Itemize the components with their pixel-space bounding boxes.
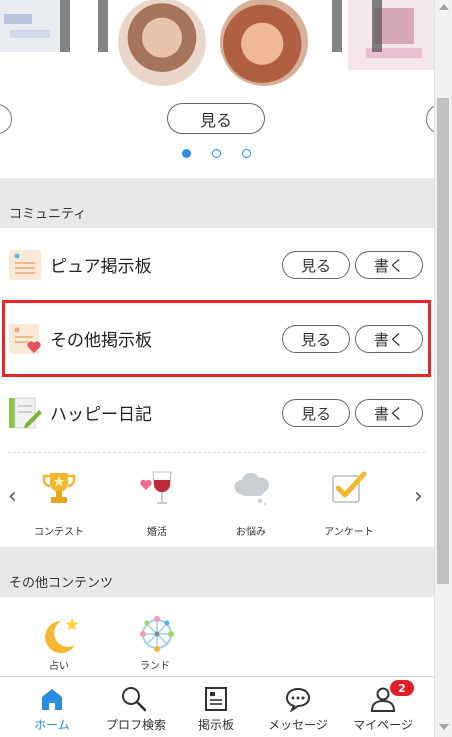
nav-label: 掲示板 [197, 718, 234, 732]
other-contents: 占い ランド [0, 597, 434, 677]
row-label: ハッピー日記 [50, 405, 152, 425]
board-icon [205, 687, 227, 711]
chat-icon [285, 687, 311, 712]
row-label: ピュア掲示板 [50, 257, 152, 277]
quick-menu-item-konkatsu[interactable]: 婚活 [112, 466, 202, 538]
quick-menu-item-contest[interactable]: コンテスト [14, 466, 104, 538]
quick-menu-label: お悩み [236, 527, 266, 538]
nav-item-profile-search[interactable]: プロフ検索 [94, 677, 178, 737]
profile-carousel: 見る [0, 0, 434, 178]
quick-menu-label: コンテスト [34, 527, 84, 538]
memo-pad-icon [9, 250, 41, 280]
moon-star-icon [45, 618, 79, 653]
worry-cloud-icon [234, 472, 269, 506]
avatar[interactable] [220, 0, 308, 86]
write-button[interactable]: 書く [355, 251, 423, 279]
other-item-land[interactable]: ランド [120, 615, 190, 675]
ferris-wheel-icon [140, 616, 174, 652]
nav-item-board[interactable]: 掲示板 [186, 677, 246, 737]
quick-menu-label: 婚活 [147, 527, 167, 538]
main-content: 見る コミュニティ ピュア掲示板 見る 書く その他掲示板 見る 書く ハッピー… [0, 0, 434, 737]
scrollbar-thumb[interactable] [437, 98, 449, 584]
quick-menu: ‹ › コンテスト 婚活 お悩み アンケート [0, 452, 434, 547]
carousel-divider [332, 0, 342, 52]
quick-menu-item-worries[interactable]: お悩み [206, 466, 296, 538]
carousel-dot-active[interactable] [182, 149, 191, 158]
diary-pencil-icon [9, 397, 42, 429]
other-item-label: 占い [49, 661, 69, 672]
see-button[interactable]: 見る [167, 103, 265, 134]
divider [8, 452, 426, 453]
nav-label: プロフ検索 [105, 718, 166, 732]
app-screen: 見る コミュニティ ピュア掲示板 見る 書く その他掲示板 見る 書く ハッピー… [0, 0, 452, 737]
scrollbar[interactable] [434, 0, 452, 737]
carousel-next-button[interactable] [426, 104, 434, 134]
other-item-label: ランド [140, 661, 170, 672]
community-row-pure-board: ピュア掲示板 見る 書く [0, 228, 434, 302]
nav-label: マイページ [353, 718, 413, 732]
search-icon [122, 687, 147, 712]
home-icon [42, 689, 62, 710]
nav-item-home[interactable]: ホーム [18, 677, 86, 737]
carousel-dot[interactable] [242, 149, 251, 158]
carousel-card[interactable] [0, 0, 60, 88]
see-button[interactable]: 見る [282, 399, 350, 427]
quick-menu-label: アンケート [324, 527, 374, 538]
see-button[interactable]: 見る [282, 251, 350, 279]
carousel-divider [60, 0, 70, 52]
quick-menu-item-survey[interactable]: アンケート [304, 466, 394, 538]
carousel-card[interactable] [348, 0, 434, 88]
scroll-down-arrow-icon[interactable] [439, 724, 449, 730]
avatar[interactable] [118, 0, 206, 86]
carousel-dot[interactable] [212, 149, 221, 158]
wine-glass-icon [140, 471, 172, 504]
notification-badge: 2 [390, 680, 414, 696]
carousel-divider [98, 0, 108, 52]
nav-label: ホーム [34, 718, 70, 732]
community-heading: コミュニティ [0, 178, 434, 228]
carousel-prev-button[interactable] [0, 104, 12, 134]
nav-label: メッセージ [268, 718, 328, 732]
carousel-divider [372, 0, 382, 52]
quick-menu-next-button[interactable]: › [414, 484, 423, 509]
community-row-happy-diary: ハッピー日記 見る 書く [0, 376, 434, 450]
write-button[interactable]: 書く [355, 399, 423, 427]
nav-item-message[interactable]: メッセージ [258, 677, 338, 737]
other-item-fortune[interactable]: 占い [24, 615, 94, 675]
checkbox-icon [332, 471, 367, 503]
scroll-up-arrow-icon[interactable] [439, 4, 449, 10]
trophy-icon [42, 473, 76, 503]
highlight-frame [2, 300, 431, 377]
other-contents-heading: その他コンテンツ [0, 547, 434, 597]
bottom-nav: ホーム プロフ検索 掲示板 メッセージ マイページ 2 [0, 676, 434, 737]
